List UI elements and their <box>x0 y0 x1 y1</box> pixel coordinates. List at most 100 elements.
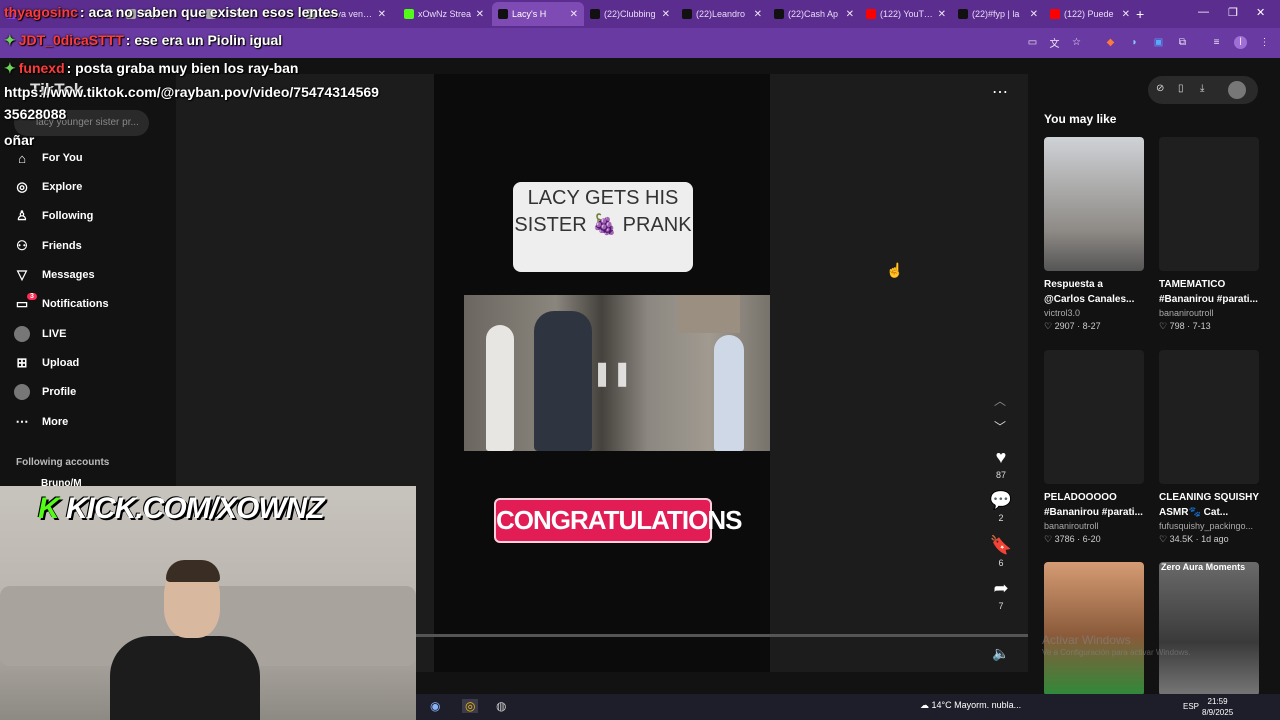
recommended-video-card[interactable]: PELADOOOOO #Bananirou #parati... bananiro… <box>1044 350 1144 545</box>
settings-icon[interactable]: ⊘ <box>1156 83 1164 94</box>
close-tab-icon[interactable]: ✕ <box>662 9 670 20</box>
sidebar-item-notifications[interactable]: ▭ 3 Notifications <box>14 293 109 315</box>
tab-4[interactable]: xOwNz Strea ✕ <box>398 2 490 26</box>
close-window-button[interactable]: ✕ <box>1256 6 1265 19</box>
card-author[interactable]: victrol3.0 <box>1044 308 1144 318</box>
card-author[interactable]: fufusquishy_packingo... <box>1159 521 1259 531</box>
sidebar-item-for-you[interactable]: ⌂ For You <box>14 147 82 169</box>
media-icon[interactable]: ≡ <box>1210 36 1223 49</box>
tab-6[interactable]: (22)Clubbing ✕ <box>584 2 676 26</box>
tab-9[interactable]: (122) YouTub ✕ <box>860 2 952 26</box>
maximize-button[interactable]: ❐ <box>1228 6 1238 19</box>
like-button[interactable]: ♥ 87 <box>988 447 1014 480</box>
tab-7[interactable]: (22)Leandro ✕ <box>676 2 768 26</box>
card-stats: ♡ 34.5K · 1d ago <box>1159 534 1229 544</box>
video-progress-bar[interactable] <box>416 634 1028 637</box>
sidebar-item-friends[interactable]: ⚇ Friends <box>14 235 82 257</box>
video-thumbnail <box>1159 137 1259 271</box>
sidebar-item-more[interactable]: ⋯ More <box>14 411 69 433</box>
extension-icon[interactable]: ◗ <box>1128 36 1141 49</box>
sidebar-item-upload[interactable]: ⊞ Upload <box>14 352 80 374</box>
sidebar-item-label: Upload <box>42 357 80 369</box>
extension-icon[interactable]: ▣ <box>1152 36 1165 49</box>
chat-badge-icon: ✦ <box>4 32 16 48</box>
sidebar-item-messages[interactable]: ▽ Messages <box>14 264 95 286</box>
tab-title: (22)#fyp | la <box>972 9 1020 19</box>
tab-title: (22)Clubbing <box>604 9 656 19</box>
close-tab-icon[interactable]: ✕ <box>1030 9 1038 20</box>
close-tab-icon[interactable]: ✕ <box>754 9 762 20</box>
taskbar-clock[interactable]: 21:59 8/9/2025 <box>1202 696 1233 718</box>
recommended-video-card[interactable] <box>1044 562 1144 696</box>
sidebar-item-explore[interactable]: ◎ Explore <box>14 176 82 198</box>
compass-icon: ◎ <box>16 179 28 194</box>
chat-message: thyagosinc: aca no saben que existen eso… <box>4 4 338 20</box>
mouse-cursor-icon: ☝ <box>886 262 904 278</box>
chat-text: : aca no saben que existen esos lentes <box>79 4 339 20</box>
tab-11[interactable]: (122) Puede ✕ <box>1044 2 1136 26</box>
weather-text: 14°C Mayorm. nubla... <box>931 700 1022 710</box>
card-author[interactable]: bananiroutroll <box>1159 308 1259 318</box>
card-author[interactable]: bananiroutroll <box>1044 521 1144 531</box>
send-icon: ▽ <box>17 267 27 282</box>
extensions-puzzle-icon[interactable]: ⧉ <box>1176 36 1189 49</box>
mobile-icon[interactable]: ▯ <box>1178 83 1184 94</box>
chrome-icon[interactable]: ◎ <box>462 699 479 713</box>
pause-icon[interactable]: ❚❚ <box>592 359 632 388</box>
app-icon[interactable]: ◉ <box>430 699 440 713</box>
new-tab-button[interactable]: + <box>1136 6 1144 22</box>
recommended-video-card[interactable]: TAMEMATICO #Bananirou #parati... bananiro… <box>1159 137 1259 332</box>
recommended-video-card[interactable]: Zero Aura Moments <box>1159 562 1259 696</box>
save-count: 6 <box>998 558 1004 568</box>
chat-message: 35628088 <box>4 106 66 122</box>
bookmark-star-icon[interactable]: ☆ <box>1070 36 1083 49</box>
language-indicator[interactable]: ESP <box>1183 702 1199 711</box>
save-button[interactable]: 🔖 6 <box>988 535 1014 568</box>
translate-icon[interactable]: 文 <box>1048 36 1061 50</box>
chat-text: oñar <box>4 132 35 148</box>
recommended-video-card[interactable]: CLEANING SQUISHY ASMR🐾 Cat... fufusquishy… <box>1159 350 1259 545</box>
close-tab-icon[interactable]: ✕ <box>378 9 386 20</box>
video-frame: ❚❚ <box>464 295 770 451</box>
tab-title: Lacy's H <box>512 9 547 19</box>
webcam-hair <box>166 560 220 582</box>
more-options-icon[interactable]: ⋯ <box>992 82 1008 102</box>
chevron-down-icon[interactable]: ﹀ <box>994 418 1006 435</box>
close-tab-icon[interactable]: ✕ <box>1122 9 1130 20</box>
close-tab-icon[interactable]: ✕ <box>476 9 484 20</box>
clock-time: 21:59 <box>1207 697 1228 706</box>
tab-5[interactable]: Lacy's H ✕ <box>492 2 584 26</box>
close-tab-icon[interactable]: ✕ <box>938 9 946 20</box>
obs-icon[interactable]: ◍ <box>496 699 506 713</box>
video-figure <box>486 325 514 451</box>
comment-button[interactable]: 💬 2 <box>988 490 1014 523</box>
tab-8[interactable]: (22)Cash Ap ✕ <box>768 2 860 26</box>
card-title: CLEANING SQUISHY ASMR🐾 Cat... <box>1159 492 1259 518</box>
share-button[interactable]: ➦ 7 <box>988 578 1014 611</box>
recommended-video-card[interactable]: Respuesta a @Carlos Canales... victrol3.0… <box>1044 137 1144 332</box>
sidebar-item-label: Profile <box>42 386 77 398</box>
tiktok-icon <box>498 9 508 19</box>
extension-icon[interactable]: ◆ <box>1104 36 1117 49</box>
volume-icon[interactable]: 🔈 <box>992 645 1009 662</box>
chat-badge-icon: ✦ <box>4 60 16 76</box>
close-tab-icon[interactable]: ✕ <box>846 9 854 20</box>
sidebar-item-live[interactable]: LIVE <box>14 323 66 345</box>
cast-icon[interactable]: ▭ <box>1026 36 1039 49</box>
close-tab-icon[interactable]: ✕ <box>570 9 578 20</box>
download-icon[interactable]: ⤓ <box>1200 83 1204 94</box>
sidebar-item-profile[interactable]: Profile <box>14 381 76 403</box>
avatar[interactable] <box>1228 81 1246 99</box>
weather-widget[interactable]: ☁ 14°C Mayorm. nubla... <box>920 700 1021 711</box>
minimize-button[interactable]: — <box>1198 6 1209 18</box>
video-player[interactable]: LACY GETS HIS SISTER 🍇 PRANK ❚❚ CONGRATU… <box>434 74 770 672</box>
profile-avatar-icon[interactable]: l <box>1234 36 1247 49</box>
tiktok-icon <box>774 9 784 19</box>
chevron-up-icon[interactable]: ︿ <box>994 392 1006 409</box>
thumbnail-caption: Zero Aura Moments <box>1161 562 1246 572</box>
chat-message: ✦ funexd: posta graba muy bien los ray-ba… <box>4 60 298 77</box>
friends-icon: ⚇ <box>16 238 28 253</box>
browser-menu-icon[interactable]: ⋮ <box>1258 36 1271 49</box>
sidebar-item-following[interactable]: ♙ Following <box>14 205 93 227</box>
tab-10[interactable]: (22)#fyp | la ✕ <box>952 2 1044 26</box>
